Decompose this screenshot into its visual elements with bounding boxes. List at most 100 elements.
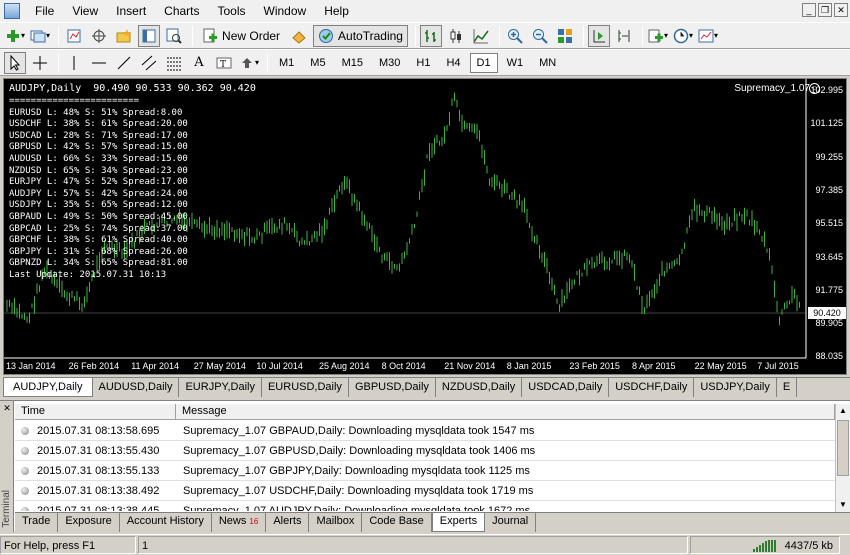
data-window-button[interactable]: [88, 25, 110, 47]
tab-label: Journal: [492, 515, 529, 527]
terminal-tab-trade[interactable]: Trade: [15, 513, 59, 532]
timeframe-h1[interactable]: H1: [409, 53, 437, 73]
templates-button[interactable]: ▾: [697, 25, 719, 47]
strategy-tester-button[interactable]: [163, 25, 185, 47]
line-chart-button[interactable]: [470, 25, 492, 47]
terminal-tab-alerts[interactable]: Alerts: [266, 513, 310, 532]
profile-name[interactable]: 1: [138, 536, 688, 554]
overlay-line: GBPAUD L: 49% S: 50% Spread:45.00: [9, 211, 188, 222]
chart-tab[interactable]: AUDJPY,Daily: [3, 378, 93, 397]
log-row[interactable]: 2015.07.31 08:13:38.445 Supremacy_1.07 AU…: [15, 501, 835, 511]
chart-tab[interactable]: EURJPY,Daily: [179, 378, 262, 397]
terminal-button[interactable]: [138, 24, 161, 47]
scroll-down-icon[interactable]: ▼: [836, 498, 850, 512]
zoom-in-button[interactable]: [504, 25, 526, 47]
autotrading-button[interactable]: AutoTrading: [313, 24, 408, 47]
line-chart-icon: [473, 28, 489, 44]
timeframe-m15[interactable]: M15: [335, 53, 370, 73]
tile-windows-button[interactable]: [554, 25, 576, 47]
timeframe-w1[interactable]: W1: [500, 53, 531, 73]
menu-file[interactable]: File: [26, 0, 63, 22]
log-scrollbar[interactable]: ▲ ▼: [835, 404, 850, 512]
crosshair-button[interactable]: [29, 52, 51, 74]
arrows-button[interactable]: ▾: [238, 52, 260, 74]
restore-button[interactable]: ❐: [818, 3, 832, 17]
candlestick-button[interactable]: [445, 25, 467, 47]
standard-toolbar: ▾ ▾ New Order AutoTrading ▾ ▾ ▾: [0, 22, 850, 49]
timeframe-m1[interactable]: M1: [272, 53, 301, 73]
info-dot-icon: [21, 426, 29, 435]
price-label: 102.995: [810, 85, 843, 95]
periods-button[interactable]: ▾: [672, 25, 694, 47]
column-message[interactable]: Message: [176, 404, 835, 419]
chart-tab[interactable]: USDCHF,Daily: [609, 378, 695, 397]
indicators-button[interactable]: ▾: [647, 25, 669, 47]
overlay-line: EURUSD L: 48% S: 51% Spread:8.00: [9, 107, 183, 118]
terminal-tab-journal[interactable]: Journal: [485, 513, 537, 532]
text-button[interactable]: A: [188, 52, 210, 74]
chart-tab[interactable]: USDJPY,Daily: [694, 378, 777, 397]
fibonacci-button[interactable]: [163, 52, 185, 74]
log-message: Supremacy_1.07 GBPUSD,Daily: Downloading…: [183, 444, 536, 457]
log-row[interactable]: 2015.07.31 08:13:38.492 Supremacy_1.07 US…: [15, 481, 835, 501]
menu-tools[interactable]: Tools: [209, 0, 255, 22]
timeframe-d1[interactable]: D1: [469, 52, 498, 73]
fibonacci-icon: [166, 55, 182, 71]
close-button[interactable]: ✕: [834, 3, 848, 17]
timeframe-m5[interactable]: M5: [303, 53, 332, 73]
column-time[interactable]: Time: [15, 404, 176, 419]
autoscroll-button[interactable]: [587, 24, 610, 47]
menu-window[interactable]: Window: [255, 0, 316, 22]
scroll-up-icon[interactable]: ▲: [836, 404, 850, 418]
minimize-button[interactable]: _: [802, 3, 816, 17]
terminal-tab-news[interactable]: News 16: [212, 513, 267, 532]
metaeditor-button[interactable]: [288, 25, 310, 47]
terminal-tab-exposure[interactable]: Exposure: [58, 513, 120, 532]
log-row[interactable]: 2015.07.31 08:13:58.695 Supremacy_1.07 GB…: [15, 421, 835, 441]
overlay-line: GBPCHF L: 38% S: 61% Spread:40.00: [9, 235, 188, 246]
navigator-button[interactable]: [113, 25, 135, 47]
chart-tab[interactable]: EURUSD,Daily: [262, 378, 349, 397]
chart-tab[interactable]: GBPUSD,Daily: [349, 378, 436, 397]
horizontal-line-button[interactable]: [88, 52, 110, 74]
equidistant-channel-button[interactable]: [138, 52, 160, 74]
overlay-line: USDCAD L: 28% S: 71% Spread:17.00: [9, 130, 188, 141]
chart-window[interactable]: AUDJPY,Daily 90.490 90.533 90.362 90.420…: [3, 78, 847, 375]
trendline-button[interactable]: [113, 52, 135, 74]
log-row[interactable]: 2015.07.31 08:13:55.133 Supremacy_1.07 GB…: [15, 461, 835, 481]
text-label-button[interactable]: T: [213, 52, 235, 74]
zoom-out-button[interactable]: [529, 25, 551, 47]
close-icon[interactable]: ✕: [2, 403, 12, 413]
template-icon: [698, 28, 714, 44]
terminal-tab-mailbox[interactable]: Mailbox: [309, 513, 363, 532]
cursor-icon: [7, 54, 23, 71]
menu-view[interactable]: View: [63, 0, 107, 22]
chart-shift-button[interactable]: [613, 25, 635, 47]
profiles-button[interactable]: ▾: [29, 25, 51, 47]
new-order-button[interactable]: New Order: [197, 25, 285, 47]
chart-tab[interactable]: USDCAD,Daily: [522, 378, 610, 397]
vertical-line-button[interactable]: [63, 52, 85, 74]
menu-help[interactable]: Help: [315, 0, 358, 22]
chart-tab[interactable]: NZDUSD,Daily: [436, 378, 523, 397]
market-watch-button[interactable]: [63, 25, 85, 47]
timeframe-m30[interactable]: M30: [372, 53, 407, 73]
chart-tab[interactable]: AUDUSD,Daily: [93, 378, 180, 397]
scroll-thumb[interactable]: [837, 420, 849, 476]
app-icon[interactable]: [4, 3, 20, 19]
new-chart-button[interactable]: ▾: [4, 25, 26, 47]
terminal-tab-account-history[interactable]: Account History: [120, 513, 212, 532]
bar-chart-button[interactable]: [419, 24, 442, 47]
terminal-tab-code-base[interactable]: Code Base: [362, 513, 432, 532]
log-row[interactable]: 2015.07.31 08:13:55.430 Supremacy_1.07 GB…: [15, 441, 835, 461]
cursor-button[interactable]: [4, 51, 26, 74]
time-label: 25 Aug 2014: [319, 361, 370, 371]
timeframe-h4[interactable]: H4: [439, 53, 467, 73]
connection-status[interactable]: 4437/5 kb: [690, 536, 840, 554]
terminal-tab-experts[interactable]: Experts: [431, 513, 486, 532]
chart-tab[interactable]: E: [777, 378, 798, 397]
menu-charts[interactable]: Charts: [155, 0, 208, 22]
price-label: 89.905: [815, 318, 843, 329]
menu-insert[interactable]: Insert: [107, 0, 155, 22]
timeframe-mn[interactable]: MN: [532, 53, 563, 73]
